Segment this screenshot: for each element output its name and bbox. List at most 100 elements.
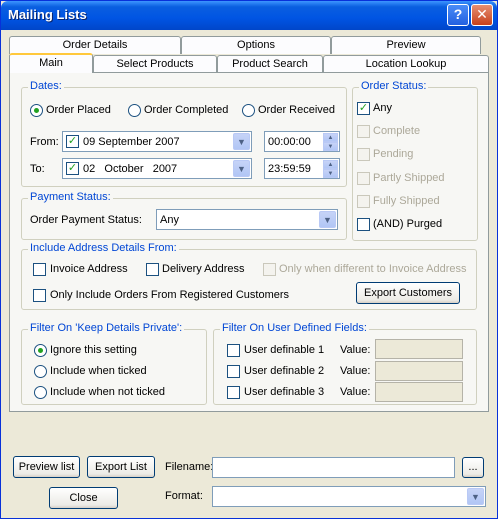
ignore-setting-radio[interactable] bbox=[34, 344, 47, 357]
from-time-field[interactable]: 00:00:00 ▲ ▼ bbox=[264, 131, 340, 152]
payment-status-group: Payment Status: Order Payment Status: An… bbox=[21, 191, 347, 240]
address-group: Include Address Details From: Invoice Ad… bbox=[21, 242, 477, 310]
tab-options[interactable]: Options bbox=[181, 36, 331, 54]
order-completed-radio[interactable] bbox=[128, 104, 141, 117]
user-definable-2-checkbox[interactable] bbox=[227, 365, 240, 378]
order-completed-label: Order Completed bbox=[144, 104, 229, 116]
user-fields-title: Filter On User Defined Fields: bbox=[220, 322, 369, 334]
checkmark-icon: ✓ bbox=[67, 135, 78, 147]
delivery-address-checkbox[interactable] bbox=[146, 263, 159, 276]
filename-label: Filename: bbox=[165, 461, 214, 473]
close-window-button[interactable]: ✕ bbox=[471, 4, 493, 26]
to-time-value: 23:59:59 bbox=[268, 163, 311, 175]
status-purged-label: (AND) Purged bbox=[373, 218, 443, 230]
order-status-group: Order Status: ✓ Any Complete Pending Par… bbox=[352, 80, 478, 241]
chevron-down-icon[interactable]: ▼ bbox=[233, 133, 250, 150]
close-button[interactable]: Close bbox=[49, 487, 118, 509]
private-filter-title: Filter On 'Keep Details Private': bbox=[28, 322, 185, 334]
order-status-title: Order Status: bbox=[359, 80, 429, 92]
value-3-input[interactable] bbox=[375, 382, 463, 402]
preview-list-button[interactable]: Preview list bbox=[13, 456, 80, 478]
format-label: Format: bbox=[165, 490, 203, 502]
value-1-input[interactable] bbox=[375, 339, 463, 359]
user-definable-3-checkbox[interactable] bbox=[227, 386, 240, 399]
to-time-field[interactable]: 23:59:59 ▲ ▼ bbox=[264, 158, 340, 179]
invoice-address-checkbox[interactable] bbox=[33, 263, 46, 276]
payment-status-select[interactable]: Any ▼ bbox=[156, 209, 338, 230]
tab-main[interactable]: Main bbox=[9, 53, 93, 73]
chevron-down-icon[interactable]: ▼ bbox=[319, 211, 336, 228]
status-partly-shipped-label: Partly Shipped bbox=[373, 172, 445, 184]
value-2-input[interactable] bbox=[375, 361, 463, 381]
registered-customers-label: Only Include Orders From Registered Cust… bbox=[50, 289, 290, 301]
from-label: From: bbox=[30, 136, 59, 148]
tab-preview[interactable]: Preview bbox=[331, 36, 481, 54]
status-purged-checkbox[interactable] bbox=[357, 218, 370, 231]
from-date-value: 09 September 2007 bbox=[83, 136, 180, 148]
user-definable-1-label: User definable 1 bbox=[244, 344, 325, 356]
user-fields-group: Filter On User Defined Fields: User defi… bbox=[213, 322, 477, 405]
include-ticked-label: Include when ticked bbox=[50, 365, 147, 377]
status-fully-shipped-checkbox[interactable] bbox=[357, 195, 370, 208]
status-fully-shipped-label: Fully Shipped bbox=[373, 195, 440, 207]
to-date-checkbox[interactable]: ✓ bbox=[66, 162, 79, 175]
spin-up-icon[interactable]: ▲ bbox=[323, 160, 338, 169]
status-complete-label: Complete bbox=[373, 125, 421, 137]
order-received-radio[interactable] bbox=[242, 104, 255, 117]
address-group-title: Include Address Details From: bbox=[28, 242, 179, 254]
payment-status-value: Any bbox=[160, 214, 179, 226]
export-customers-button[interactable]: Export Customers bbox=[356, 282, 460, 304]
tab-order-details[interactable]: Order Details bbox=[9, 36, 181, 54]
status-any-label: Any bbox=[373, 102, 392, 114]
status-pending-checkbox[interactable] bbox=[357, 148, 370, 161]
help-button[interactable]: ? bbox=[447, 4, 469, 26]
registered-customers-checkbox[interactable] bbox=[33, 289, 46, 302]
mailing-lists-window: Mailing Lists ? ✕ Order Details Options … bbox=[0, 0, 498, 519]
spin-up-icon[interactable]: ▲ bbox=[323, 133, 338, 142]
only-when-different-label: Only when different to Invoice Address bbox=[279, 263, 467, 275]
window-title: Mailing Lists bbox=[8, 7, 87, 22]
tab-product-search[interactable]: Product Search bbox=[217, 55, 323, 73]
user-definable-3-label: User definable 3 bbox=[244, 386, 325, 398]
from-time-value: 00:00:00 bbox=[268, 136, 311, 148]
ignore-setting-label: Ignore this setting bbox=[50, 344, 137, 356]
spin-down-icon[interactable]: ▼ bbox=[323, 142, 338, 151]
spin-down-icon[interactable]: ▼ bbox=[323, 169, 338, 178]
status-complete-checkbox[interactable] bbox=[357, 125, 370, 138]
private-filter-group: Filter On 'Keep Details Private': Ignore… bbox=[21, 322, 207, 405]
dates-group-title: Dates: bbox=[28, 80, 64, 92]
to-label: To: bbox=[30, 163, 45, 175]
checkmark-icon: ✓ bbox=[67, 162, 78, 174]
user-definable-2-label: User definable 2 bbox=[244, 365, 325, 377]
filename-input[interactable] bbox=[212, 457, 455, 478]
value-1-label: Value: bbox=[340, 344, 371, 356]
status-partly-shipped-checkbox[interactable] bbox=[357, 172, 370, 185]
tab-select-products[interactable]: Select Products bbox=[93, 55, 217, 73]
invoice-address-label: Invoice Address bbox=[50, 263, 128, 275]
from-date-picker[interactable]: ✓ 09 September 2007 ▼ bbox=[62, 131, 252, 152]
order-placed-radio[interactable] bbox=[30, 104, 43, 117]
tab-location-lookup[interactable]: Location Lookup bbox=[323, 55, 489, 73]
value-2-label: Value: bbox=[340, 365, 371, 377]
payment-status-label: Order Payment Status: bbox=[30, 214, 142, 226]
include-not-ticked-radio[interactable] bbox=[34, 386, 47, 399]
dates-group: Dates: Order Placed Order Completed Orde… bbox=[21, 80, 347, 187]
to-date-picker[interactable]: ✓ 02 October 2007 ▼ bbox=[62, 158, 252, 179]
browse-button[interactable]: ... bbox=[462, 457, 484, 478]
main-tab-panel: Dates: Order Placed Order Completed Orde… bbox=[9, 72, 489, 412]
include-not-ticked-label: Include when not ticked bbox=[50, 386, 165, 398]
order-placed-label: Order Placed bbox=[46, 104, 111, 116]
chevron-down-icon[interactable]: ▼ bbox=[233, 160, 250, 177]
status-any-checkbox[interactable]: ✓ bbox=[357, 102, 370, 115]
to-date-value: 02 October 2007 bbox=[83, 163, 178, 175]
format-select[interactable]: ▼ bbox=[212, 486, 486, 507]
only-when-different-checkbox[interactable] bbox=[263, 263, 276, 276]
from-date-checkbox[interactable]: ✓ bbox=[66, 135, 79, 148]
export-list-button[interactable]: Export List bbox=[87, 456, 155, 478]
title-bar: Mailing Lists ? ✕ bbox=[1, 1, 497, 30]
user-definable-1-checkbox[interactable] bbox=[227, 344, 240, 357]
chevron-down-icon[interactable]: ▼ bbox=[467, 488, 484, 505]
delivery-address-label: Delivery Address bbox=[162, 263, 245, 275]
include-ticked-radio[interactable] bbox=[34, 365, 47, 378]
status-pending-label: Pending bbox=[373, 148, 414, 160]
